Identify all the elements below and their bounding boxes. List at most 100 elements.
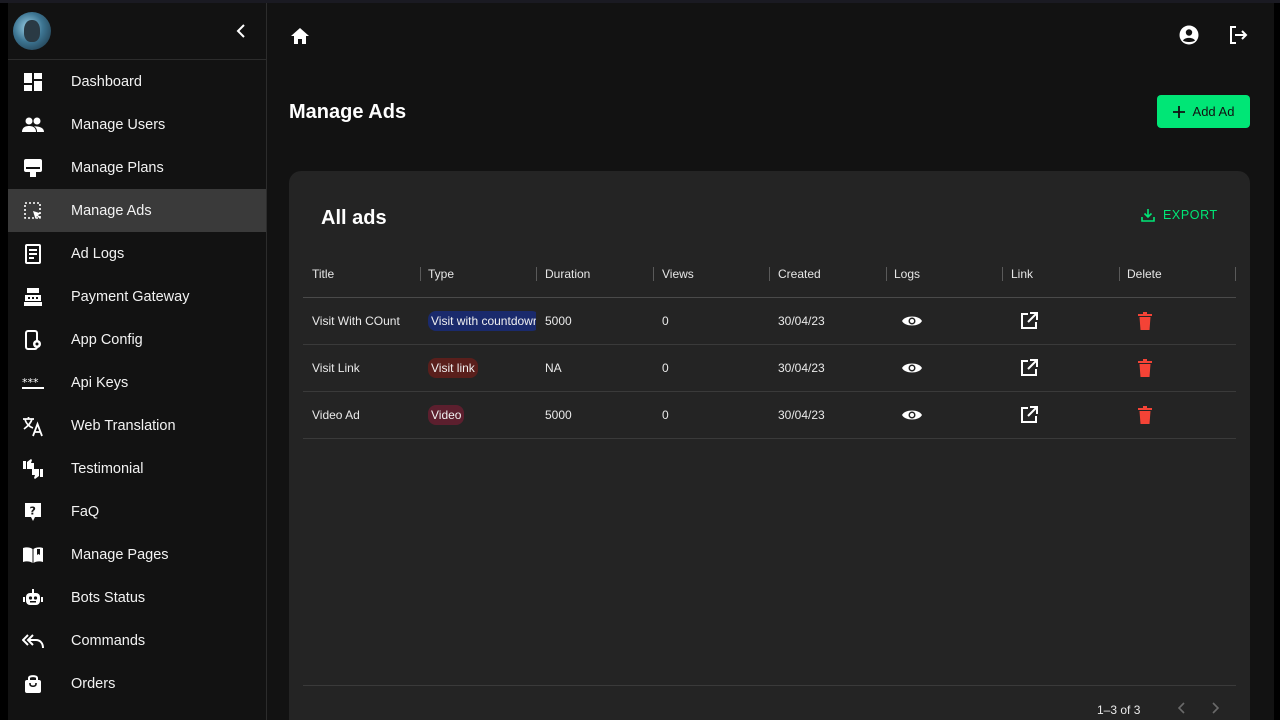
sidebar-header — [8, 3, 266, 60]
eye-icon — [902, 410, 922, 420]
eye-icon — [902, 316, 922, 326]
trash-icon — [1138, 312, 1152, 330]
cell-type: Visit link — [428, 345, 536, 391]
open-link-button[interactable] — [1018, 345, 1040, 391]
sidebar-item-testimonial[interactable]: Testimonial — [8, 447, 266, 490]
ads-icon — [22, 200, 44, 222]
cell-type: Visit with countdowr — [428, 298, 536, 344]
cell-duration: 5000 — [545, 314, 572, 328]
sidebar-item-label: Bots Status — [71, 589, 146, 606]
column-separator[interactable] — [420, 267, 421, 281]
type-chip: Visit with countdowr — [428, 311, 536, 331]
column-header-delete[interactable]: Delete — [1127, 250, 1162, 298]
sidebar-item-ad-logs[interactable]: Ad Logs — [8, 232, 266, 275]
thumbs-icon — [22, 458, 44, 480]
collapse-sidebar-button[interactable] — [232, 21, 250, 41]
column-header-created[interactable]: Created — [778, 250, 821, 298]
column-separator[interactable] — [653, 267, 654, 281]
users-icon — [22, 114, 44, 136]
view-logs-button[interactable] — [901, 392, 923, 438]
download-icon — [1141, 209, 1155, 222]
column-separator[interactable] — [536, 267, 537, 281]
table-row[interactable]: Visit With COunt Visit with countdowr 50… — [303, 298, 1236, 345]
column-header-link[interactable]: Link — [1011, 250, 1033, 298]
logout-button[interactable] — [1227, 24, 1249, 46]
plus-icon — [1172, 105, 1185, 118]
column-header-title[interactable]: Title — [312, 250, 334, 298]
export-button[interactable]: EXPORT — [1141, 208, 1218, 222]
home-icon — [291, 28, 309, 44]
sidebar-item-manage-plans[interactable]: Manage Plans — [8, 146, 266, 189]
sidebar-item-payment-gateway[interactable]: Payment Gateway — [8, 275, 266, 318]
open-link-button[interactable] — [1018, 392, 1040, 438]
view-logs-button[interactable] — [901, 345, 923, 391]
chevron-left-icon — [1177, 702, 1185, 714]
open-in-new-icon — [1021, 312, 1038, 329]
cell-views: 0 — [662, 408, 669, 422]
type-chip: Video — [428, 405, 465, 425]
sidebar-item-label: Payment Gateway — [71, 288, 190, 305]
sidebar-item-label: Dashboard — [71, 73, 142, 90]
reply-all-icon — [22, 630, 44, 652]
pagination-label: 1–3 of 3 — [1097, 703, 1141, 717]
next-page-button[interactable] — [1207, 700, 1223, 716]
dashboard-icon — [22, 71, 44, 93]
sidebar-item-manage-pages[interactable]: Manage Pages — [8, 533, 266, 576]
sidebar-item-dashboard[interactable]: Dashboard — [8, 60, 266, 103]
logout-icon — [1230, 26, 1248, 44]
cell-views: 0 — [662, 361, 669, 375]
sidebar-item-label: Orders — [71, 675, 116, 692]
avatar[interactable] — [13, 12, 51, 50]
sidebar-item-label: Manage Pages — [71, 546, 169, 563]
table-row[interactable]: Visit Link Visit link NA 0 30/04/23 — [303, 345, 1236, 392]
column-separator[interactable] — [1119, 267, 1120, 281]
type-chip: Visit link — [428, 358, 478, 378]
home-button[interactable] — [289, 25, 311, 47]
delete-button[interactable] — [1134, 345, 1156, 391]
delete-button[interactable] — [1134, 298, 1156, 344]
sidebar-item-faq[interactable]: ? FaQ — [8, 490, 266, 533]
sidebar-item-bots-status[interactable]: Bots Status — [8, 576, 266, 619]
trash-icon — [1138, 406, 1152, 424]
sidebar-item-label: App Config — [71, 331, 143, 348]
sidebar-menu: Dashboard Manage Users Manage Plans Mana… — [8, 60, 266, 705]
column-header-type[interactable]: Type — [428, 250, 454, 298]
sidebar-item-app-config[interactable]: App Config — [8, 318, 266, 361]
sidebar: Dashboard Manage Users Manage Plans Mana… — [8, 3, 267, 720]
view-logs-button[interactable] — [901, 298, 923, 344]
sidebar-item-label: Manage Plans — [71, 159, 164, 176]
table-header: Title Type Duration Views Created Logs L… — [303, 250, 1236, 298]
book-icon — [22, 544, 44, 566]
add-ad-button[interactable]: Add Ad — [1157, 95, 1250, 128]
column-separator[interactable] — [1235, 267, 1236, 281]
cell-created: 30/04/23 — [778, 361, 825, 375]
previous-page-button[interactable] — [1174, 700, 1190, 716]
ads-card: All ads EXPORT Title Type Duration Views… — [289, 171, 1250, 720]
help-icon: ? — [22, 501, 44, 523]
export-label: EXPORT — [1163, 208, 1218, 222]
column-separator[interactable] — [769, 267, 770, 281]
column-header-duration[interactable]: Duration — [545, 250, 590, 298]
sidebar-item-label: FaQ — [71, 503, 100, 520]
open-link-button[interactable] — [1018, 298, 1040, 344]
sidebar-item-orders[interactable]: Orders — [8, 662, 266, 705]
column-header-logs[interactable]: Logs — [894, 250, 920, 298]
table-row[interactable]: Video Ad Video 5000 0 30/04/23 — [303, 392, 1236, 439]
cell-duration: 5000 — [545, 408, 572, 422]
sidebar-item-manage-users[interactable]: Manage Users — [8, 103, 266, 146]
sidebar-item-manage-ads[interactable]: Manage Ads — [8, 189, 266, 232]
column-separator[interactable] — [886, 267, 887, 281]
eye-icon — [902, 363, 922, 373]
delete-button[interactable] — [1134, 392, 1156, 438]
account-button[interactable] — [1178, 24, 1200, 46]
sidebar-item-commands[interactable]: Commands — [8, 619, 266, 662]
column-header-views[interactable]: Views — [662, 250, 694, 298]
sidebar-item-web-translation[interactable]: Web Translation — [8, 404, 266, 447]
column-separator[interactable] — [1002, 267, 1003, 281]
table-footer-divider — [303, 685, 1236, 686]
translate-icon — [22, 415, 44, 437]
phone-settings-icon — [22, 329, 44, 351]
password-icon: *** — [22, 372, 44, 394]
sidebar-item-api-keys[interactable]: *** Api Keys — [8, 361, 266, 404]
bag-icon — [22, 673, 44, 695]
